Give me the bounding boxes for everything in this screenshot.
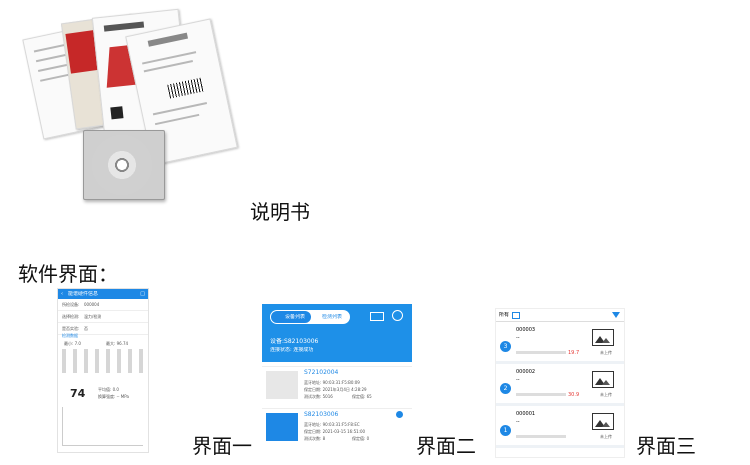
manual-photo — [22, 8, 248, 200]
manual-caption: 说明书 — [250, 200, 310, 224]
cd-disc-icon — [92, 135, 152, 195]
list-item[interactable]: 2 000002 -- 30.9 未上传 — [496, 365, 624, 406]
field-row[interactable]: 选择检测: 温力/检测 — [58, 311, 148, 323]
cd-case — [83, 130, 165, 200]
section-title: 检测数据 — [62, 333, 78, 338]
settings-icon[interactable] — [392, 310, 403, 321]
battery-icon — [370, 312, 384, 321]
caption-ui-two: 界面二 — [416, 434, 476, 458]
bluetooth-icon — [396, 411, 403, 418]
data-grid — [62, 349, 144, 373]
router-icon — [266, 413, 298, 441]
image-add-icon[interactable] — [592, 413, 614, 430]
image-add-icon[interactable] — [592, 329, 614, 346]
device-card[interactable]: S72102004 蓝牙地址: 90:03:31:F5:B0:09 保定日期: … — [262, 366, 412, 407]
caption-ui-three: 界面三 — [636, 434, 696, 458]
filter-icon[interactable] — [612, 312, 620, 318]
chart-area — [62, 407, 143, 446]
caption-ui-one: 界面一 — [192, 434, 252, 458]
tab-device-list[interactable]: 设备列表 — [271, 311, 311, 323]
screen-one: ‹ 能谱硬件信息 □ 所检设备: 000004 选择检测: 温力/检测 是否实验… — [57, 288, 149, 453]
image-add-icon[interactable] — [592, 371, 614, 388]
device-header: 设备列表 检测列表 设备:S82103006 连接状态: 连接成功 — [262, 304, 412, 362]
router-icon — [266, 371, 298, 399]
save-icon[interactable]: □ — [140, 291, 145, 297]
screen-one-header: ‹ 能谱硬件信息 □ — [58, 289, 148, 299]
calendar-icon[interactable] — [512, 312, 520, 319]
connection-status: 连接状态: 连接成功 — [270, 347, 314, 353]
tab-test-list[interactable]: 检测列表 — [322, 314, 342, 320]
back-arrow-icon[interactable]: ‹ — [61, 291, 63, 297]
list-item[interactable]: 3 000003 -- 19.7 未上传 — [496, 323, 624, 364]
screen-two: 设备列表 检测列表 设备:S82103006 连接状态: 连接成功 S72102… — [262, 304, 412, 454]
field-row[interactable]: 所检设备: 000004 — [58, 299, 148, 311]
big-value: 74 — [70, 387, 86, 400]
screen-one-title: 能谱硬件信息 — [68, 291, 99, 297]
screen-three: 所有 3 000003 -- 19.7 未上传 2 000002 -- 30.9… — [495, 308, 625, 458]
software-heading: 软件界面： — [18, 262, 118, 286]
device-card[interactable]: S82103006 蓝牙地址: 90:03:31:F5:F8:EC 保定日期: … — [262, 408, 412, 449]
device-label: 设备:S82103006 — [270, 338, 319, 345]
list-header: 所有 — [496, 309, 624, 322]
list-item[interactable]: 1 000001 -- 未上传 — [496, 407, 624, 448]
